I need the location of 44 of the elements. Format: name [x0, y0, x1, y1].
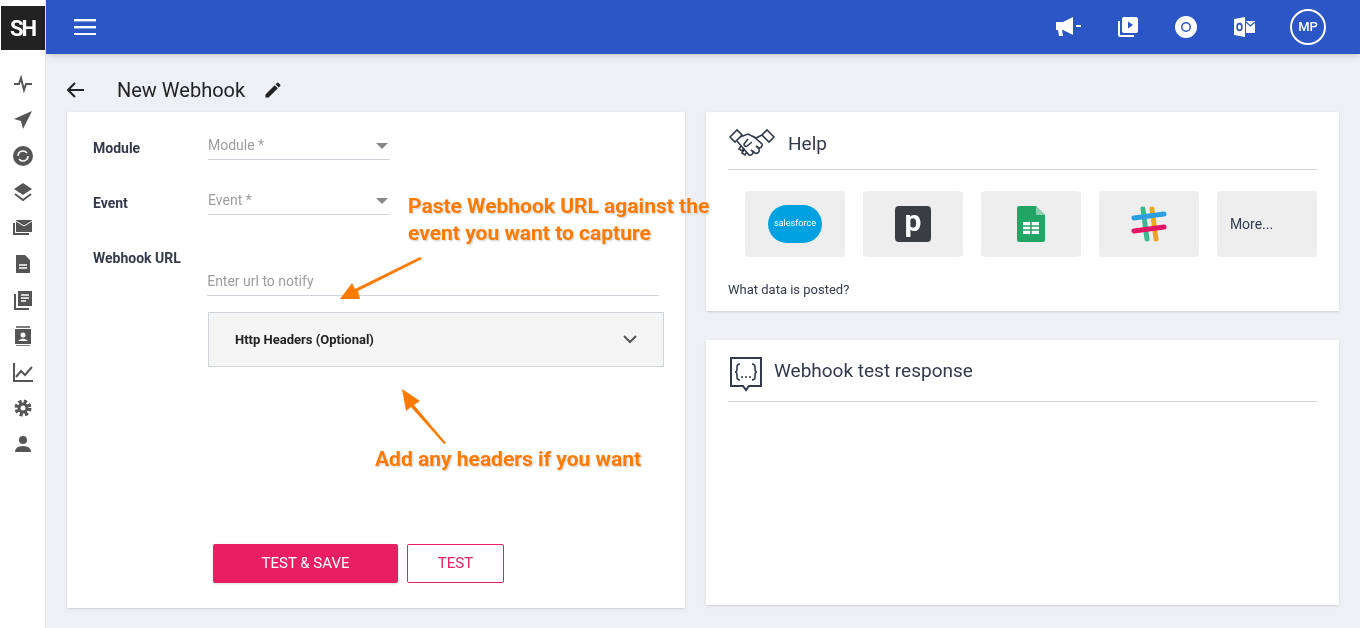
test-button[interactable]: TEST: [407, 544, 504, 583]
card-title: Webhook test response: [774, 358, 973, 384]
card-title: Help: [788, 131, 827, 158]
test-and-save-button[interactable]: TEST & SAVE: [213, 544, 398, 583]
hash-logo-icon: [1130, 205, 1167, 243]
megaphone-icon[interactable]: [1054, 16, 1082, 38]
sheets-tile[interactable]: [980, 191, 1081, 257]
field-label: Module: [93, 139, 142, 158]
settings-icon[interactable]: [12, 398, 33, 418]
panel-title: Http Headers (Optional): [235, 330, 374, 349]
page-title: New Webhook: [117, 77, 246, 104]
pipedrive-tile[interactable]: p: [862, 191, 963, 257]
trending-chart-icon[interactable]: [12, 362, 33, 382]
cloud-logo: salesforce: [768, 205, 822, 243]
dropdown-arrow-icon: [376, 197, 388, 204]
chrome-icon[interactable]: [1174, 15, 1198, 39]
more-tile[interactable]: More...: [1216, 191, 1317, 257]
help-link[interactable]: What data is posted?: [728, 280, 1317, 300]
contact-card-icon[interactable]: [12, 326, 33, 346]
spreadsheet-icon: [1016, 206, 1045, 242]
field-label: Event: [93, 194, 129, 213]
outlook-icon[interactable]: [1232, 15, 1256, 39]
library-icon[interactable]: [12, 290, 33, 310]
code-braces-icon: [728, 356, 764, 394]
annotation-text: Paste Webhook URL against the event you want to capture: [408, 193, 711, 247]
pulse-icon[interactable]: [12, 74, 33, 94]
chevron-down-icon: [623, 335, 637, 344]
back-arrow-icon[interactable]: [67, 82, 85, 98]
video-library-icon[interactable]: [1116, 15, 1140, 39]
menu-icon[interactable]: [74, 19, 96, 35]
p-logo: p: [894, 206, 931, 242]
mail-icon[interactable]: [12, 218, 33, 238]
sync-circle-icon[interactable]: [12, 146, 33, 166]
annotation-text: Add any headers if you want: [375, 446, 642, 473]
person-icon[interactable]: [12, 434, 33, 454]
logo: SH: [0, 6, 45, 50]
layers-icon[interactable]: [12, 182, 33, 202]
field-label: Webhook URL: [93, 249, 182, 268]
slack-tile[interactable]: [1098, 191, 1199, 257]
paper-plane-icon[interactable]: [12, 110, 33, 130]
annotation-arrow: [400, 387, 448, 445]
user-avatar[interactable]: MP: [1290, 9, 1326, 45]
dropdown-arrow-icon: [376, 142, 388, 149]
headers-panel[interactable]: Http Headers (Optional): [208, 312, 664, 367]
